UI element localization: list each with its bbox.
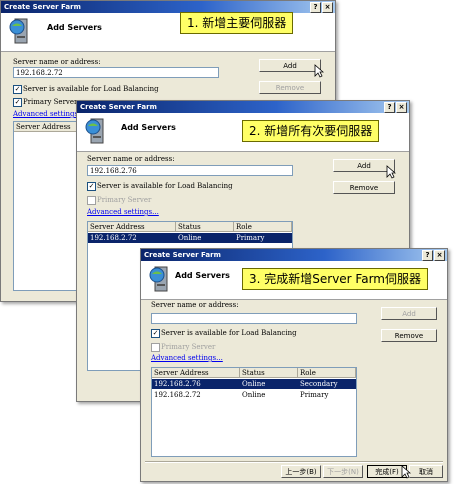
primary-checkbox-label: Primary Server (97, 196, 152, 204)
window-title: Create Server Farm (4, 3, 81, 11)
header-title: Add Servers (121, 123, 176, 132)
callout-step-3: 3. 完成新增Server Farm伺服器 (242, 268, 428, 290)
title-bar: Create Server Farm ? × (77, 101, 409, 113)
close-icon[interactable]: × (434, 250, 445, 261)
add-button: Add (381, 307, 437, 320)
col-server-address[interactable]: Server Address (14, 122, 78, 132)
advanced-settings-link[interactable]: Advanced settings... (151, 354, 223, 362)
col-role[interactable]: Role (298, 368, 356, 378)
col-server-address[interactable]: Server Address (88, 222, 176, 232)
lb-checkbox[interactable]: ✓ (13, 85, 22, 94)
remove-button[interactable]: Remove (333, 181, 395, 194)
col-server-address[interactable]: Server Address (152, 368, 240, 378)
server-icon (149, 266, 168, 292)
help-icon[interactable]: ? (422, 250, 433, 261)
lb-checkbox-label: Server is available for Load Balancing (23, 85, 159, 93)
col-status[interactable]: Status (240, 368, 298, 378)
server-list[interactable]: Server Address Status Role 192.168.2.76 … (151, 367, 357, 457)
lb-checkbox-label: Server is available for Load Balancing (161, 329, 297, 337)
server-name-label: Server name or address: (13, 58, 101, 66)
server-icon (9, 18, 28, 44)
lb-checkbox-label: Server is available for Load Balancing (97, 182, 233, 190)
mouse-pointer-icon (401, 465, 411, 479)
close-icon[interactable]: × (396, 102, 407, 113)
remove-button[interactable]: Remove (381, 329, 437, 342)
table-row[interactable]: 192.168.2.72 Online Primary (152, 390, 356, 400)
primary-checkbox-label: Primary Server (161, 343, 216, 351)
server-name-label: Server name or address: (151, 301, 239, 309)
table-row[interactable]: 192.168.2.76 Online Secondary (152, 379, 356, 389)
server-name-input[interactable]: 192.168.2.72 (13, 67, 219, 78)
cell-address: 192.168.2.76 (154, 380, 201, 388)
primary-checkbox-label: Primary Server (23, 98, 78, 106)
remove-button: Remove (259, 81, 321, 94)
cell-role: Primary (236, 234, 265, 242)
cell-status: Online (242, 391, 266, 399)
server-list[interactable]: Server Address (13, 121, 79, 291)
close-icon[interactable]: × (322, 2, 333, 13)
cell-role: Primary (300, 391, 329, 399)
advanced-settings-link[interactable]: Advanced settings... (13, 110, 85, 118)
cell-status: Online (242, 380, 266, 388)
lb-checkbox[interactable]: ✓ (151, 329, 160, 338)
table-row[interactable]: 192.168.2.72 Online Primary (88, 233, 292, 243)
server-name-input[interactable]: 192.168.2.76 (87, 165, 293, 176)
cell-status: Online (178, 234, 202, 242)
advanced-settings-link[interactable]: Advanced settings... (87, 208, 159, 216)
server-name-label: Server name or address: (87, 155, 175, 163)
server-name-input[interactable] (151, 313, 357, 324)
callout-step-2: 2. 新增所有次要伺服器 (242, 120, 380, 142)
next-button: 下一步(N) (323, 465, 363, 478)
col-role[interactable]: Role (234, 222, 292, 232)
cell-role: Secondary (300, 380, 338, 388)
help-icon[interactable]: ? (384, 102, 395, 113)
mouse-pointer-icon (314, 64, 324, 78)
add-button[interactable]: Add (259, 59, 321, 72)
primary-checkbox[interactable]: ✓ (13, 98, 22, 107)
primary-checkbox (87, 196, 96, 205)
divider (145, 461, 443, 463)
help-icon[interactable]: ? (310, 2, 321, 13)
back-button[interactable]: 上一步(B) (281, 465, 321, 478)
title-bar: Create Server Farm ? × (141, 249, 447, 261)
cell-address: 192.168.2.72 (154, 391, 201, 399)
header-title: Add Servers (175, 271, 230, 280)
lb-checkbox[interactable]: ✓ (87, 182, 96, 191)
col-status[interactable]: Status (176, 222, 234, 232)
primary-checkbox (151, 343, 160, 352)
window-title: Create Server Farm (80, 103, 157, 111)
window-title: Create Server Farm (144, 251, 221, 259)
mouse-pointer-icon (386, 165, 396, 179)
server-icon (85, 118, 104, 144)
header-title: Add Servers (47, 23, 102, 32)
callout-step-1: 1. 新增主要伺服器 (180, 12, 294, 34)
cancel-button[interactable]: 取消 (409, 465, 443, 478)
cell-address: 192.168.2.72 (90, 234, 137, 242)
